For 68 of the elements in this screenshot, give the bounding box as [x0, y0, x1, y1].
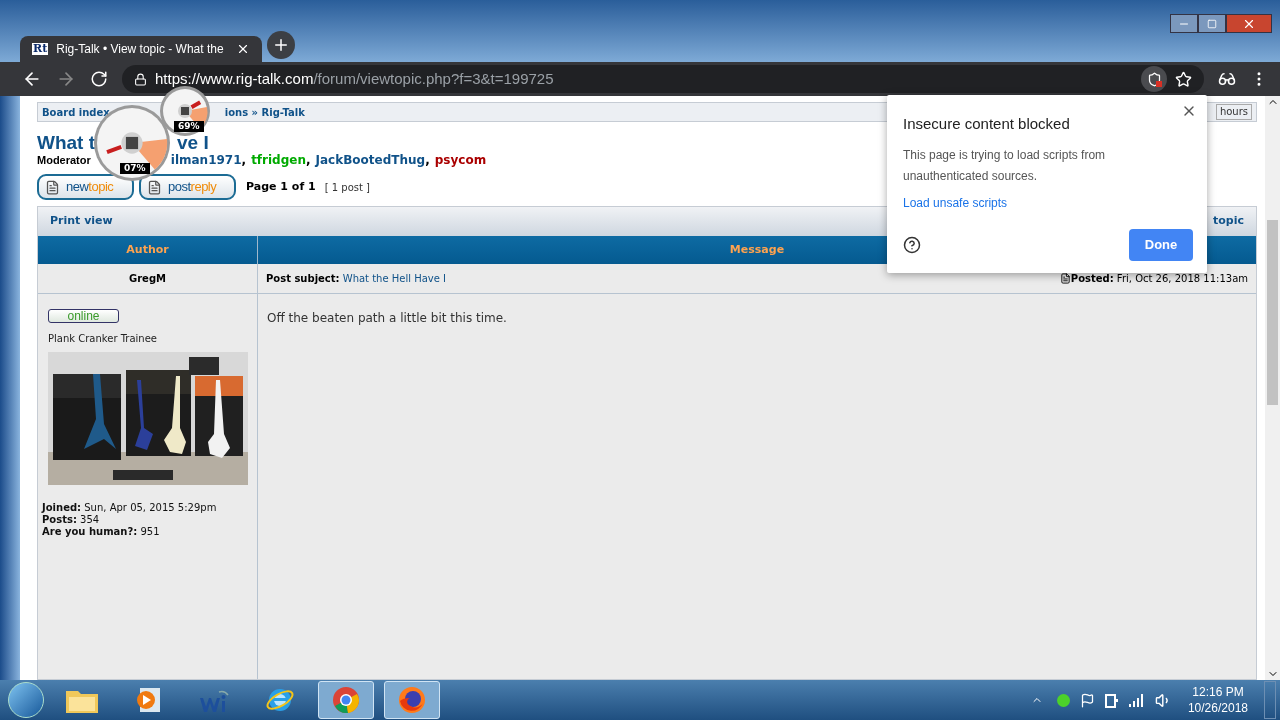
power-plug-icon[interactable]	[1104, 692, 1119, 708]
popup-message: This page is trying to load scripts from unauthenticated sources.	[903, 146, 1107, 185]
taskbar-app[interactable]	[318, 681, 374, 719]
site-logo: Rt	[32, 43, 49, 55]
forum-action-button[interactable]: newtopic	[37, 174, 134, 200]
post-author[interactable]: GregM	[38, 264, 258, 293]
separator-text: ,	[425, 152, 430, 169]
close-button[interactable]	[1226, 14, 1272, 33]
gauge-reading: 69%	[174, 121, 204, 132]
column-header: Author	[126, 241, 169, 258]
scrollbar-thumb[interactable]	[1267, 220, 1278, 405]
topic-link[interactable]: topic	[1213, 213, 1244, 230]
clock[interactable]: 12:16 PM 10/26/2018	[1181, 684, 1254, 716]
firefox-icon	[397, 685, 427, 715]
topic-title[interactable]: ve I	[177, 133, 209, 152]
document-icon	[45, 179, 60, 195]
separator-text: ,	[306, 152, 311, 169]
minimize-button[interactable]	[1170, 14, 1198, 33]
browser-tab[interactable]: Rt Rig-Talk • View topic - What the	[20, 36, 262, 62]
moderators-label: Moderator	[37, 152, 91, 168]
document-icon	[147, 179, 162, 195]
moderator-link[interactable]: JackBootedThug	[315, 151, 426, 169]
column-header: Message	[729, 241, 785, 258]
close-icon[interactable]	[236, 42, 250, 56]
load-scripts-link[interactable]: Load unsafe scripts	[903, 193, 1191, 212]
done-button[interactable]: Done	[1129, 228, 1193, 261]
pagination-text: Page 1 of 1	[246, 178, 316, 195]
post-icon	[1059, 273, 1071, 284]
post-date: Posted: Fri, Oct 26, 2018 11:13am	[1070, 272, 1248, 286]
plus-icon	[272, 36, 290, 54]
maximize-icon	[1207, 18, 1217, 29]
print-view-link[interactable]: Print view	[50, 213, 113, 230]
breadcrumb-link[interactable]: ions » Rig-Talk	[224, 104, 305, 120]
separator-text: ,	[241, 152, 247, 169]
time-link[interactable]: hours	[1215, 104, 1252, 120]
incognito-icon[interactable]	[1218, 70, 1236, 88]
media-player-icon	[134, 686, 162, 714]
chrome-icon	[331, 685, 361, 715]
forum-action-button[interactable]: postreply	[139, 174, 236, 200]
bookmark-star-icon[interactable]	[1175, 70, 1192, 88]
user-rank: Plank Cranker Trainee	[48, 332, 158, 346]
online-status: online	[48, 309, 119, 323]
post-body: Off the beaten path a little bit this time.	[267, 311, 507, 325]
post-subject: Post subject: What the Hell Have I	[266, 272, 447, 286]
blocked-content-icon[interactable]	[1141, 66, 1167, 92]
topic-title[interactable]: What t	[37, 133, 96, 152]
popup-title: Insecure content blocked	[903, 114, 1071, 134]
profile-detail: Posts: 354	[42, 514, 101, 526]
url-text: https://www.rig-talk.com/forum/viewtopic.php?f=3&t=199725	[155, 68, 554, 89]
tab-title: Rig-Talk • View topic - What the	[56, 41, 225, 58]
post-count: [ 1 post ]	[324, 180, 370, 195]
breadcrumb-link[interactable]: Board index	[42, 104, 110, 120]
maximize-button[interactable]	[1198, 14, 1226, 33]
profile-detail: Are you human?: 951	[42, 526, 161, 538]
moderator-link[interactable]: ilman1971	[170, 151, 242, 169]
new-tab-button[interactable]	[267, 31, 295, 59]
lock-icon	[134, 72, 147, 86]
reload-icon[interactable]	[90, 70, 108, 88]
help-icon[interactable]	[903, 235, 921, 254]
taskbar-app[interactable]	[384, 681, 440, 719]
moderator-link[interactable]: psycom	[434, 151, 487, 169]
start-button[interactable]	[8, 682, 44, 718]
address-bar[interactable]: https://www.rig-talk.com/forum/viewtopic.php?f=3&t=199725	[122, 65, 1204, 93]
gauge-reading: 07%	[120, 163, 150, 174]
profile-detail: Joined: Sun, Apr 05, 2015 5:29pm	[42, 502, 218, 514]
signal-icon[interactable]	[1128, 693, 1145, 707]
scrollbar[interactable]	[1265, 96, 1280, 680]
flag-icon[interactable]	[1079, 692, 1095, 708]
